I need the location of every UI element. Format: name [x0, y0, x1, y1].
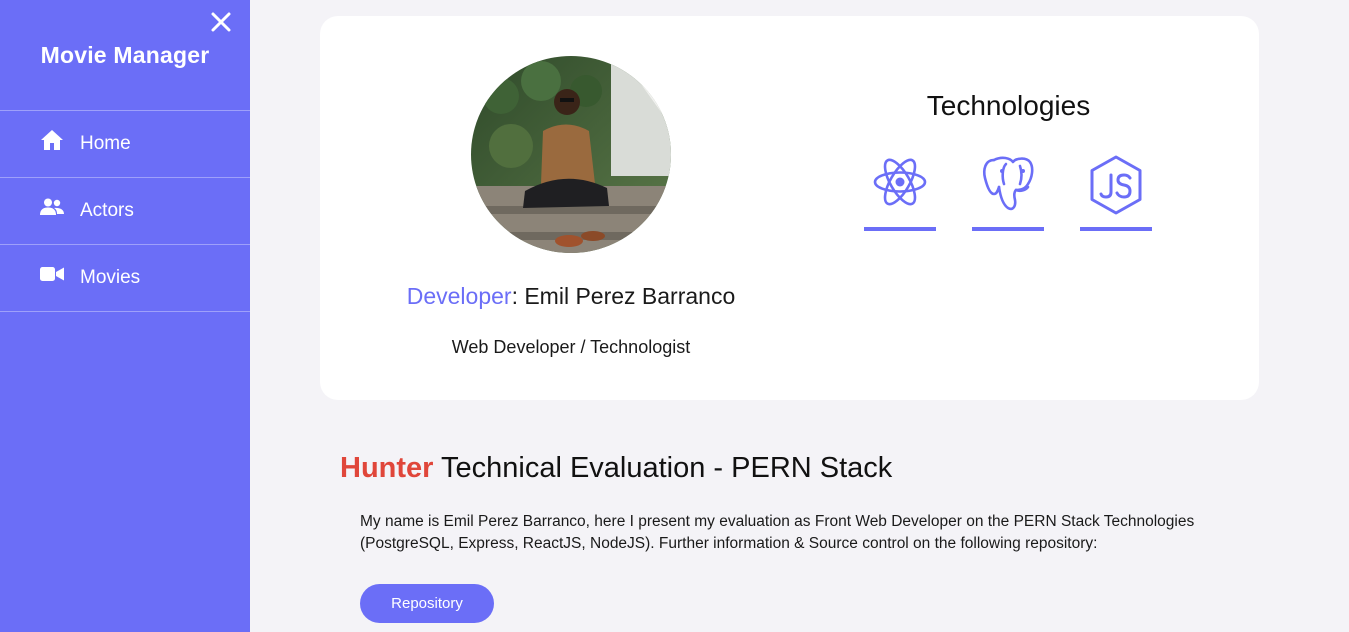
app-title: Movie Manager	[40, 42, 210, 68]
close-icon[interactable]	[209, 10, 233, 34]
developer-line: Developer: Emil Perez Barranco	[320, 283, 822, 310]
profile-card: Developer: Emil Perez Barranco Web Devel…	[320, 16, 1259, 400]
sidebar: Movie Manager Home Actors Movies	[0, 0, 250, 632]
technologies-list	[864, 154, 1152, 231]
sidebar-item-label: Movies	[80, 267, 141, 288]
nodejs-icon	[1089, 154, 1143, 221]
tech-react[interactable]	[864, 154, 936, 231]
tech-nodejs[interactable]	[1080, 154, 1152, 231]
tech-postgresql[interactable]	[972, 154, 1044, 231]
postgresql-icon	[980, 154, 1036, 217]
developer-role: Web Developer / Technologist	[451, 337, 691, 357]
repository-button[interactable]: Repository	[360, 584, 494, 623]
sidebar-item-label: Actors	[80, 200, 134, 221]
section-title-accent: Hunter	[340, 452, 434, 484]
sidebar-item-home[interactable]: Home	[0, 111, 250, 178]
section-title-rest: Technical Evaluation - PERN Stack	[433, 452, 893, 484]
developer-name: Emil Perez Barranco	[524, 283, 736, 309]
section-title: Hunter Technical Evaluation - PERN Stack	[340, 452, 892, 485]
developer-avatar	[471, 56, 671, 253]
sidebar-item-movies[interactable]: Movies	[0, 245, 250, 312]
react-icon	[872, 154, 928, 215]
home-icon	[40, 129, 64, 151]
sidebar-item-actors[interactable]: Actors	[0, 178, 250, 245]
developer-separator: :	[511, 283, 525, 309]
section-description: My name is Emil Perez Barranco, here I p…	[360, 513, 1195, 552]
video-camera-icon	[40, 263, 64, 285]
technologies-title: Technologies	[926, 90, 1091, 121]
users-icon	[40, 196, 64, 218]
sidebar-item-label: Home	[80, 133, 131, 154]
developer-key: Developer	[406, 283, 512, 309]
sidebar-nav: Home Actors Movies	[0, 110, 250, 312]
